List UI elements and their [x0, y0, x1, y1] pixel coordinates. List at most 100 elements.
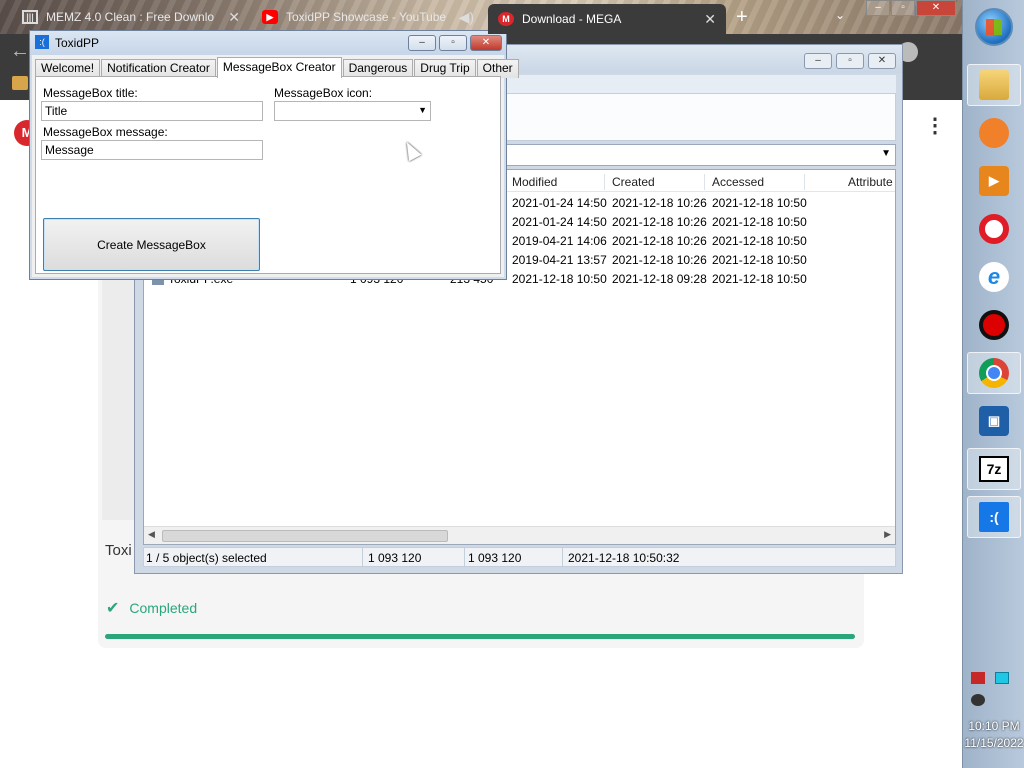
cell-created: 2021-12-18 09:28	[612, 272, 707, 286]
network-icon[interactable]	[995, 672, 1009, 684]
page-menu-icon[interactable]: ⋮	[925, 116, 945, 136]
browser-tab-mega[interactable]: M Download - MEGA ✕	[488, 4, 726, 34]
tab-search-chevron-icon[interactable]: ⌄	[835, 8, 845, 22]
taskbar-virtualbox[interactable]: ▣	[967, 400, 1021, 442]
dropdown-arrow-icon[interactable]: ▼	[418, 105, 427, 115]
download-progress-fill	[105, 634, 855, 639]
toxidpp-icon: :(	[979, 502, 1009, 532]
back-arrow-icon[interactable]: ←	[10, 40, 30, 63]
browser-tab-memz[interactable]: ||| MEMZ 4.0 Clean : Free Downlo ✕	[12, 2, 250, 32]
download-status: ✔ Completed	[106, 598, 197, 618]
title-input[interactable]	[41, 101, 263, 121]
opera-icon	[979, 214, 1009, 244]
message-input[interactable]	[41, 140, 263, 160]
taskbar-opera[interactable]	[967, 208, 1021, 250]
cell-modified: 2021-12-18 10:50	[512, 272, 607, 286]
close-icon[interactable]: ✕	[916, 0, 956, 16]
column-modified[interactable]: Modified	[512, 175, 557, 189]
clock-time: 10:10 PM	[968, 719, 1020, 733]
browser-tabstrip: ||| MEMZ 4.0 Clean : Free Downlo ✕ ▶ Tox…	[0, 0, 962, 34]
status-date: 2021-12-18 10:50:32	[568, 551, 680, 565]
status-packed: 1 093 120	[468, 551, 522, 565]
7zip-icon: 7z	[979, 456, 1009, 482]
completed-label: Completed	[129, 600, 198, 616]
recorder-icon	[979, 310, 1009, 340]
status-size: 1 093 120	[368, 551, 422, 565]
column-attribute[interactable]: Attribute	[848, 175, 893, 189]
taskbar-toxidpp[interactable]: :(	[967, 496, 1021, 538]
file-name-label: Toxi	[105, 542, 132, 559]
windows-logo-icon	[986, 19, 1002, 35]
toxidpp-app-icon: :(	[35, 35, 49, 49]
browser-window-controls: – ▫ ✕	[866, 0, 957, 16]
bookmark-apps-icon[interactable]	[12, 76, 28, 90]
maximize-icon[interactable]: ▫	[439, 35, 467, 51]
horizontal-scrollbar[interactable]: ◀ ▶	[144, 526, 895, 544]
taskbar-recorder[interactable]	[967, 304, 1021, 346]
minimize-icon[interactable]: –	[866, 0, 890, 16]
create-messagebox-button[interactable]: Create MessageBox	[43, 218, 260, 271]
start-button[interactable]	[975, 8, 1013, 46]
icon-label: MessageBox icon:	[274, 86, 373, 100]
cell-created: 2021-12-18 10:26	[612, 196, 707, 210]
minimize-icon[interactable]: –	[408, 35, 436, 51]
taskbar-internet-explorer[interactable]: e	[967, 256, 1021, 298]
icon-select[interactable]: ▼	[274, 101, 431, 121]
cell-modified: 2019-04-21 14:06	[512, 234, 607, 248]
action-center-flag-icon[interactable]	[971, 672, 985, 684]
column-created[interactable]: Created	[612, 175, 655, 189]
cell-accessed: 2021-12-18 10:50	[712, 196, 807, 210]
taskbar-clock[interactable]: 10:10 PM 11/15/2022	[963, 718, 1024, 752]
chrome-icon	[979, 358, 1009, 388]
cell-created: 2021-12-18 10:26	[612, 253, 707, 267]
restore-icon[interactable]: ▫	[891, 0, 915, 16]
volume-icon[interactable]	[971, 694, 985, 706]
window-title: ToxidPP	[55, 36, 100, 50]
taskbar-chrome[interactable]	[967, 352, 1021, 394]
taskbar: ▶ e ▣ 7z :( 10:10 PM 11/15/2022	[962, 0, 1024, 768]
scroll-right-icon[interactable]: ▶	[884, 529, 891, 540]
uc-browser-icon	[979, 118, 1009, 148]
toxidpp-window: :( ToxidPP – ▫ ✕ Welcome! Notification C…	[29, 30, 519, 280]
youtube-favicon-icon: ▶	[262, 10, 278, 24]
tab-bar: Welcome! Notification Creator MessageBox…	[35, 57, 520, 78]
internet-explorer-icon: e	[979, 262, 1009, 292]
scrollbar-thumb[interactable]	[162, 530, 448, 542]
close-icon[interactable]: ✕	[470, 35, 502, 51]
window-caption[interactable]: :( ToxidPP – ▫ ✕	[30, 31, 506, 55]
column-accessed[interactable]: Accessed	[712, 175, 764, 189]
taskbar-uc-browser[interactable]	[967, 112, 1021, 154]
cell-created: 2021-12-18 10:26	[612, 234, 707, 248]
file-preview	[102, 280, 138, 520]
maximize-icon[interactable]: ▫	[836, 53, 864, 69]
minimize-icon[interactable]: –	[804, 53, 832, 69]
memz-favicon-icon: |||	[22, 10, 38, 24]
explorer-icon	[979, 70, 1009, 100]
message-label: MessageBox message:	[43, 125, 168, 139]
cell-created: 2021-12-18 10:26	[612, 215, 707, 229]
audio-icon[interactable]: ◀)	[459, 9, 474, 26]
browser-tab-youtube[interactable]: ▶ ToxidPP Showcase - YouTube ◀)	[252, 2, 484, 32]
messagebox-creator-panel: MessageBox title: MessageBox message: Me…	[35, 76, 501, 274]
dropdown-arrow-icon[interactable]: ▼	[881, 148, 891, 159]
close-icon[interactable]: ✕	[868, 53, 896, 69]
download-progress-bar	[105, 634, 855, 639]
taskbar-media-player[interactable]: ▶	[967, 160, 1021, 202]
checkmark-icon: ✔	[106, 600, 120, 617]
tab-messagebox-creator[interactable]: MessageBox Creator	[216, 57, 342, 78]
close-tab-icon[interactable]: ✕	[704, 11, 716, 28]
taskbar-explorer[interactable]	[967, 64, 1021, 106]
system-tray	[971, 672, 1019, 706]
close-tab-icon[interactable]: ✕	[228, 9, 240, 26]
taskbar-7zip[interactable]: 7z	[967, 448, 1021, 490]
cell-modified: 2021-01-24 14:50	[512, 196, 607, 210]
clock-date: 11/15/2022	[964, 736, 1024, 750]
media-player-icon: ▶	[979, 166, 1009, 196]
scroll-left-icon[interactable]: ◀	[148, 529, 155, 540]
cell-accessed: 2021-12-18 10:50	[712, 215, 807, 229]
tab-title: Download - MEGA	[522, 12, 622, 26]
tab-title: MEMZ 4.0 Clean : Free Downlo	[46, 10, 215, 24]
tab-title: ToxidPP Showcase - YouTube	[286, 10, 447, 24]
cell-modified: 2021-01-24 14:50	[512, 215, 607, 229]
new-tab-icon[interactable]: +	[736, 6, 748, 29]
